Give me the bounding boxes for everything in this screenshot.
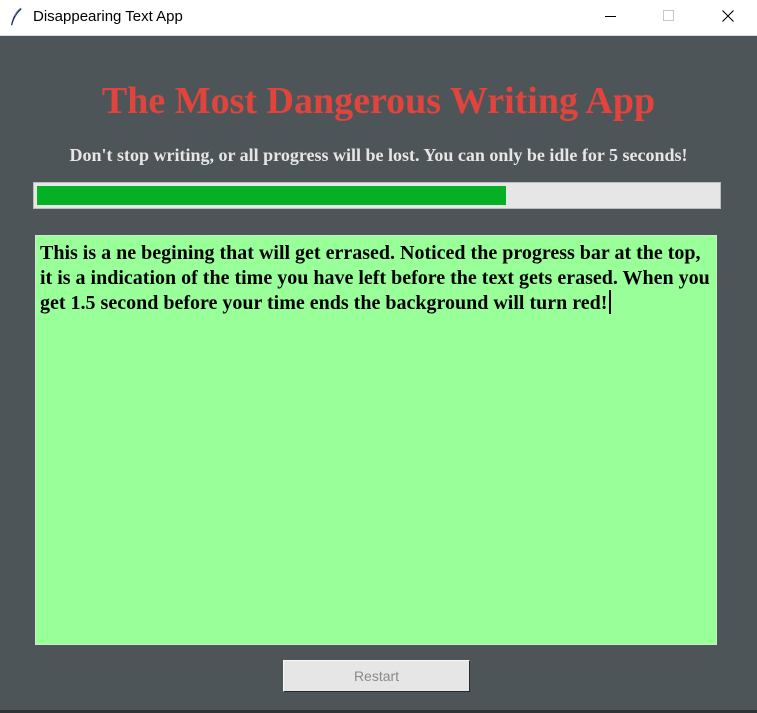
idle-progress-bar bbox=[33, 182, 721, 209]
feather-icon bbox=[8, 7, 24, 27]
close-button[interactable] bbox=[699, 0, 757, 35]
progress-fill bbox=[37, 186, 506, 205]
page-title: The Most Dangerous Writing App bbox=[101, 80, 656, 122]
minimize-button[interactable] bbox=[582, 0, 640, 35]
writing-textarea[interactable]: This is a ne begining that will get erra… bbox=[35, 235, 717, 645]
text-caret bbox=[609, 290, 612, 314]
app-window: Disappearing Text App The Most Dangerous… bbox=[0, 0, 757, 713]
maximize-button[interactable] bbox=[640, 0, 698, 35]
title-bar[interactable]: Disappearing Text App bbox=[0, 0, 757, 36]
restart-button[interactable]: Restart bbox=[283, 660, 470, 692]
editor-text: This is a ne begining that will get erra… bbox=[40, 242, 715, 314]
window-title: Disappearing Text App bbox=[33, 8, 183, 25]
instruction-text: Don't stop writing, or all progress will… bbox=[69, 145, 688, 165]
minimize-icon bbox=[605, 9, 617, 27]
maximize-icon bbox=[663, 9, 675, 27]
close-icon bbox=[722, 9, 734, 27]
